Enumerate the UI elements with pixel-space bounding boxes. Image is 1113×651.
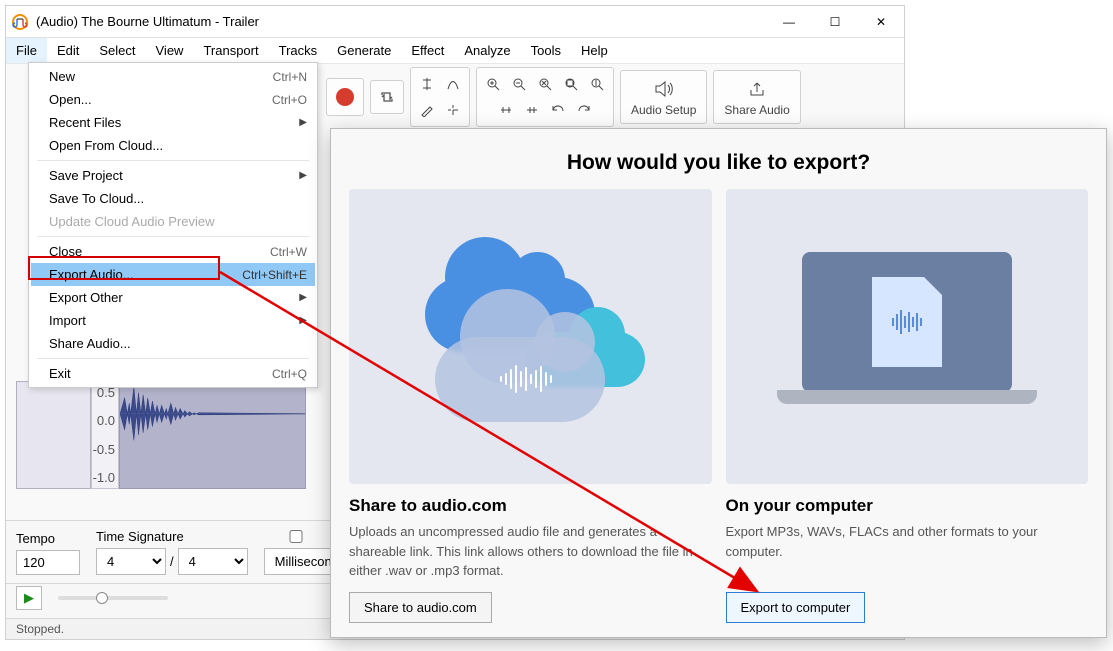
minimize-button[interactable]: — bbox=[766, 6, 812, 38]
export-to-computer-button[interactable]: Export to computer bbox=[726, 592, 866, 623]
play-button[interactable]: ▶ bbox=[16, 586, 42, 610]
redo-icon[interactable] bbox=[572, 98, 596, 122]
fit-project-icon[interactable] bbox=[559, 72, 583, 96]
window-title: (Audio) The Bourne Ultimatum - Trailer bbox=[36, 14, 259, 29]
menu-open-cloud[interactable]: Open From Cloud... bbox=[31, 134, 315, 157]
time-signature-label: Time Signature bbox=[96, 529, 248, 544]
menu-generate[interactable]: Generate bbox=[327, 38, 401, 63]
multi-tool-icon[interactable] bbox=[441, 98, 465, 122]
waveform-icon bbox=[500, 365, 552, 393]
menu-save-project[interactable]: Save Project▶ bbox=[31, 164, 315, 187]
waveform[interactable] bbox=[119, 381, 306, 489]
share-desc: Uploads an uncompressed audio file and g… bbox=[349, 522, 712, 592]
menu-recent-files[interactable]: Recent Files▶ bbox=[31, 111, 315, 134]
menu-import[interactable]: Import▶ bbox=[31, 309, 315, 332]
share-audio-icon[interactable] bbox=[745, 77, 769, 101]
menu-open[interactable]: Open...Ctrl+O bbox=[31, 88, 315, 111]
menu-save-cloud[interactable]: Save To Cloud... bbox=[31, 187, 315, 210]
menu-update-cloud: Update Cloud Audio Preview bbox=[31, 210, 315, 233]
silence-icon[interactable] bbox=[520, 98, 544, 122]
ts-numerator[interactable]: 4 bbox=[96, 548, 166, 575]
audio-setup-icon[interactable] bbox=[652, 77, 676, 101]
export-computer-pane: On your computer Export MP3s, WAVs, FLAC… bbox=[726, 189, 1089, 623]
cloud-graphic bbox=[349, 189, 712, 484]
menu-select[interactable]: Select bbox=[89, 38, 145, 63]
app-icon bbox=[12, 14, 28, 30]
maximize-button[interactable]: ☐ bbox=[812, 6, 858, 38]
audio-setup-label: Audio Setup bbox=[631, 103, 696, 117]
computer-heading: On your computer bbox=[726, 496, 1089, 516]
playback-slider[interactable] bbox=[58, 596, 168, 600]
menu-export-other[interactable]: Export Other▶ bbox=[31, 286, 315, 309]
menu-tracks[interactable]: Tracks bbox=[269, 38, 328, 63]
share-to-audiocom-button[interactable]: Share to audio.com bbox=[349, 592, 492, 623]
fit-selection-icon[interactable] bbox=[533, 72, 557, 96]
menu-transport[interactable]: Transport bbox=[193, 38, 268, 63]
menu-close[interactable]: CloseCtrl+W bbox=[31, 240, 315, 263]
track-scale: 0.5 0.0 -0.5 -1.0 bbox=[91, 381, 119, 489]
menu-file[interactable]: File bbox=[6, 38, 47, 63]
zoom-toggle-icon[interactable] bbox=[585, 72, 609, 96]
share-heading: Share to audio.com bbox=[349, 496, 712, 516]
record-button[interactable] bbox=[331, 83, 359, 111]
toolbar: Audio Setup Share Audio bbox=[326, 66, 801, 128]
selection-tool-icon[interactable] bbox=[415, 72, 439, 96]
menu-effect[interactable]: Effect bbox=[401, 38, 454, 63]
menu-export-audio[interactable]: Export Audio...Ctrl+Shift+E bbox=[31, 263, 315, 286]
draw-tool-icon[interactable] bbox=[415, 98, 439, 122]
audio-track: 0.5 0.0 -0.5 -1.0 bbox=[16, 381, 306, 489]
menu-new[interactable]: NewCtrl+N bbox=[31, 65, 315, 88]
menu-tools[interactable]: Tools bbox=[521, 38, 571, 63]
ts-denominator[interactable]: 4 bbox=[178, 548, 248, 575]
menu-help[interactable]: Help bbox=[571, 38, 618, 63]
tempo-input[interactable] bbox=[16, 550, 80, 575]
menu-edit[interactable]: Edit bbox=[47, 38, 89, 63]
menubar: File Edit Select View Transport Tracks G… bbox=[6, 38, 904, 64]
envelope-tool-icon[interactable] bbox=[441, 72, 465, 96]
menu-view[interactable]: View bbox=[146, 38, 194, 63]
loop-button[interactable] bbox=[375, 85, 399, 109]
audio-file-icon bbox=[872, 277, 942, 367]
titlebar: (Audio) The Bourne Ultimatum - Trailer —… bbox=[6, 6, 904, 38]
zoom-out-icon[interactable] bbox=[507, 72, 531, 96]
share-cloud-pane: Share to audio.com Uploads an uncompress… bbox=[349, 189, 712, 623]
trim-icon[interactable] bbox=[494, 98, 518, 122]
tempo-label: Tempo bbox=[16, 531, 80, 546]
close-button[interactable]: ✕ bbox=[858, 6, 904, 38]
file-menu-dropdown: NewCtrl+N Open...Ctrl+O Recent Files▶ Op… bbox=[28, 62, 318, 388]
dialog-title: How would you like to export? bbox=[349, 151, 1088, 175]
menu-share-audio[interactable]: Share Audio... bbox=[31, 332, 315, 355]
menu-analyze[interactable]: Analyze bbox=[454, 38, 520, 63]
export-dialog: How would you like to export? Share to a… bbox=[330, 128, 1107, 638]
undo-icon[interactable] bbox=[546, 98, 570, 122]
laptop-graphic bbox=[726, 189, 1089, 484]
menu-exit[interactable]: ExitCtrl+Q bbox=[31, 362, 315, 385]
track-header[interactable] bbox=[16, 381, 91, 489]
computer-desc: Export MP3s, WAVs, FLACs and other forma… bbox=[726, 522, 1089, 592]
share-audio-label: Share Audio bbox=[724, 103, 789, 117]
zoom-in-icon[interactable] bbox=[481, 72, 505, 96]
